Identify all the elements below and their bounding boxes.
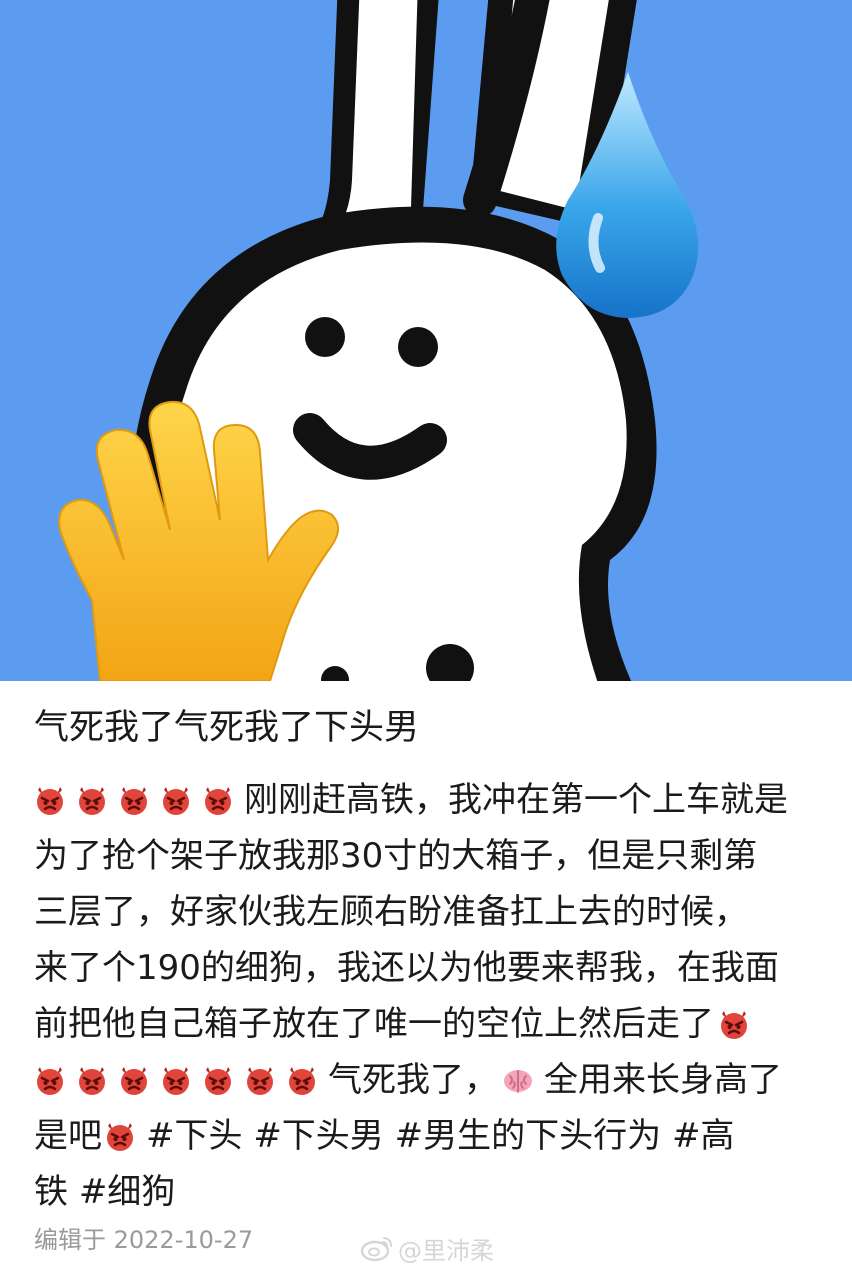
post-text: 三层了，好家伙我左顾右盼准备扛上去的时候， xyxy=(34,892,748,932)
angry-devil-face-icon xyxy=(104,1120,136,1152)
post-text: 全用来长身高了 xyxy=(544,1060,782,1100)
post-line-7: 是吧 #下头 #下头男 #男生的下头行为 #高 xyxy=(34,1108,834,1164)
angry-devil-face-icon xyxy=(34,784,66,816)
angry-devil-face-icon xyxy=(286,1064,318,1096)
post-line-5: 前把他自己箱子放在了唯一的空位上然后走了 xyxy=(34,996,834,1052)
angry-devil-face-icon xyxy=(118,784,150,816)
post-title: 气死我了气死我了下头男 xyxy=(34,708,420,748)
post-line-2: 为了抢个架子放我那30寸的大箱子，但是只剩第 xyxy=(34,828,834,884)
edited-timestamp: 编辑于 2022-10-27 xyxy=(34,1226,254,1254)
post-body: 刚刚赶高铁，我冲在第一个上车就是 为了抢个架子放我那30寸的大箱子，但是只剩第 … xyxy=(34,772,834,1220)
post-line-8: 铁 #细狗 xyxy=(34,1164,834,1220)
angry-devil-face-icon xyxy=(202,784,234,816)
weibo-logo-icon xyxy=(360,1237,392,1262)
angry-devil-face-icon xyxy=(160,1064,192,1096)
angry-devil-face-icon xyxy=(118,1064,150,1096)
post-screenshot: 气死我了气死我了下头男 刚刚赶高铁，我冲在第一个上车就是 为了抢个架子放我那30… xyxy=(0,0,852,1280)
hashtag-link[interactable]: #高 xyxy=(672,1116,735,1156)
post-line-1: 刚刚赶高铁，我冲在第一个上车就是 xyxy=(34,772,834,828)
post-text: 来了个190的细狗，我还以为他要来帮我，在我面 xyxy=(34,948,779,988)
angry-devil-face-icon xyxy=(160,784,192,816)
post-line-3: 三层了，好家伙我左顾右盼准备扛上去的时候， xyxy=(34,884,834,940)
angry-devil-face-icon xyxy=(34,1064,66,1096)
post-text: 为了抢个架子放我那30寸的大箱子，但是只剩第 xyxy=(34,836,758,876)
watermark-text: @里沛柔 xyxy=(398,1236,494,1265)
angry-devil-face-icon xyxy=(76,784,108,816)
post-text: 前把他自己箱子放在了唯一的空位上然后走了 xyxy=(34,1004,714,1044)
angry-devil-face-icon xyxy=(202,1064,234,1096)
hashtag-link[interactable]: #下头 xyxy=(146,1116,243,1156)
post-line-6: 气死我了， 全用来长身高了 xyxy=(34,1052,834,1108)
header-image xyxy=(0,0,852,681)
post-line-4: 来了个190的细狗，我还以为他要来帮我，在我面 xyxy=(34,940,834,996)
post-text: 气死我了， xyxy=(328,1060,498,1100)
watermark: @里沛柔 xyxy=(360,1231,494,1265)
post-text: 刚刚赶高铁，我冲在第一个上车就是 xyxy=(244,780,788,820)
post-text: 是吧 xyxy=(34,1116,102,1156)
angry-devil-face-icon xyxy=(244,1064,276,1096)
hashtag-link[interactable]: #男生的下头行为 xyxy=(395,1116,662,1156)
hashtag-link[interactable]: 铁 xyxy=(34,1172,68,1212)
angry-devil-face-icon xyxy=(76,1064,108,1096)
post-content: 气死我了气死我了下头男 刚刚赶高铁，我冲在第一个上车就是 为了抢个架子放我那30… xyxy=(0,681,852,1280)
angry-devil-face-icon xyxy=(718,1008,750,1040)
hashtag-link[interactable]: #下头男 xyxy=(253,1116,384,1156)
brain-icon xyxy=(502,1064,534,1096)
hashtag-link[interactable]: #细狗 xyxy=(79,1172,176,1212)
